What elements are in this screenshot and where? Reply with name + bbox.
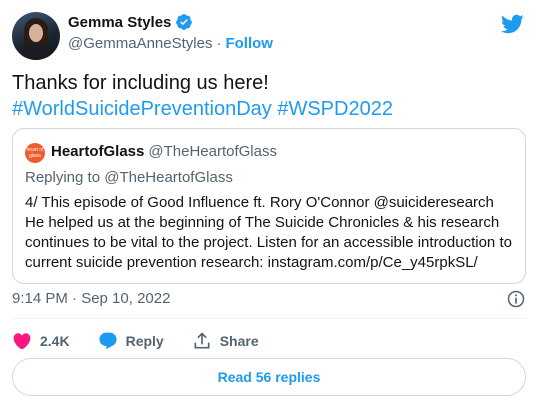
separator-dot: · <box>216 35 222 52</box>
share-button[interactable]: Share <box>192 331 259 351</box>
hashtag-wspd2022[interactable]: #WSPD2022 <box>277 98 393 120</box>
twitter-bird-icon[interactable] <box>500 12 524 36</box>
avatar-body <box>22 44 50 60</box>
quoted-author-avatar: heart of glass <box>25 143 45 163</box>
author-handle-row: @GemmaAnneStyles · Follow <box>68 35 273 52</box>
divider <box>12 318 526 319</box>
quoted-author-name: HeartofGlass <box>51 143 145 160</box>
reply-bubble-icon <box>99 332 117 350</box>
read-replies-button[interactable]: Read 56 replies <box>12 358 526 396</box>
tweet-text: Thanks for including us here! #WorldSuic… <box>12 70 522 122</box>
reply-label: Reply <box>125 333 164 349</box>
share-label: Share <box>219 333 259 349</box>
heart-icon <box>13 333 31 350</box>
reply-button[interactable]: Reply <box>98 331 164 351</box>
tweet-hashtags: #WorldSuicidePreventionDay #WSPD2022 <box>12 96 522 122</box>
quoted-author-row: HeartofGlass @TheHeartofGlass <box>51 143 277 160</box>
follow-button[interactable]: Follow <box>225 35 273 52</box>
author-handle[interactable]: @GemmaAnneStyles <box>68 35 212 52</box>
tweet-timestamp[interactable]: 9:14 PM · Sep 10, 2022 <box>12 290 170 307</box>
quoted-tweet[interactable]: heart of glass HeartofGlass @TheHeartofG… <box>12 128 526 284</box>
quoted-author-handle: @TheHeartofGlass <box>148 143 277 160</box>
like-button[interactable]: 2.4K <box>12 331 70 351</box>
tweet-line: Thanks for including us here! <box>12 72 269 94</box>
author-name[interactable]: Gemma Styles <box>68 14 171 31</box>
like-count: 2.4K <box>40 333 70 349</box>
author-avatar[interactable] <box>12 12 60 60</box>
hashtag-world-suicide-prevention-day[interactable]: #WorldSuicidePreventionDay <box>12 98 272 120</box>
avatar-face <box>29 24 43 42</box>
share-icon <box>194 332 210 349</box>
verified-badge-icon <box>176 14 193 30</box>
tweet-actions: 2.4K Reply Share <box>12 331 287 351</box>
info-icon[interactable] <box>506 289 526 309</box>
quoted-tweet-body: 4/ This episode of Good Influence ft. Ro… <box>25 194 512 271</box>
quoted-replying-to: Replying to @TheHeartofGlass <box>25 169 233 186</box>
author-name-row: Gemma Styles <box>68 13 193 31</box>
